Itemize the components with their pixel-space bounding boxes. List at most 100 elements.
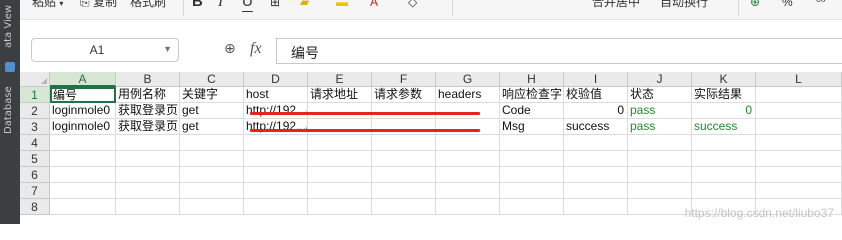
cell-h3[interactable]: Msg (500, 119, 564, 135)
column-header-l[interactable]: L (756, 72, 842, 87)
cell-f5[interactable] (372, 151, 436, 167)
cell-g7[interactable] (436, 183, 500, 199)
cell-d6[interactable] (244, 167, 308, 183)
cell-l6[interactable] (756, 167, 842, 183)
cell-k7[interactable] (692, 183, 756, 199)
cell-l7[interactable] (756, 183, 842, 199)
cell-d5[interactable] (244, 151, 308, 167)
chevron-down-icon[interactable]: ▼ (163, 44, 172, 54)
cell-g1[interactable]: headers (436, 87, 500, 103)
cell-j6[interactable] (628, 167, 692, 183)
clear-format-button[interactable]: ◇ (408, 0, 436, 20)
column-header-j[interactable]: J (628, 72, 692, 87)
format-painter-button[interactable]: 格式刷 (130, 0, 176, 20)
cell-d8[interactable] (244, 199, 308, 215)
highlight-button[interactable]: ▬ (336, 0, 364, 20)
column-header-f[interactable]: F (372, 72, 436, 87)
cell-j8[interactable] (628, 199, 692, 215)
cell-k5[interactable] (692, 151, 756, 167)
column-header-a[interactable]: A (50, 72, 116, 87)
cell-h2[interactable]: Code (500, 103, 564, 119)
cell-g8[interactable] (436, 199, 500, 215)
row-header-8[interactable]: 8 (20, 199, 50, 215)
cell-a7[interactable] (50, 183, 116, 199)
cell-j1[interactable]: 状态 (628, 87, 692, 103)
row-header-5[interactable]: 5 (20, 151, 50, 167)
cell-e7[interactable] (308, 183, 372, 199)
database-tab[interactable]: Database (3, 64, 14, 134)
cell-e2[interactable] (308, 103, 372, 119)
cell-j3[interactable]: pass (628, 119, 692, 135)
cell-k2[interactable]: 0 (692, 103, 756, 119)
data-view-tab[interactable]: ata View (3, 0, 14, 48)
cell-l3[interactable] (756, 119, 842, 135)
wrap-text-button[interactable]: 自动换行 (660, 0, 720, 20)
cell-e1[interactable]: 请求地址 (308, 87, 372, 103)
cell-a1[interactable]: 编号 (50, 87, 116, 103)
cell-b7[interactable] (116, 183, 180, 199)
column-header-e[interactable]: E (308, 72, 372, 87)
percent-button[interactable]: % (782, 0, 798, 20)
cell-d4[interactable] (244, 135, 308, 151)
cell-a6[interactable] (50, 167, 116, 183)
cell-f8[interactable] (372, 199, 436, 215)
cell-f2[interactable] (372, 103, 436, 119)
cell-i4[interactable] (564, 135, 628, 151)
cell-c4[interactable] (180, 135, 244, 151)
cell-e8[interactable] (308, 199, 372, 215)
cell-i2[interactable]: 0 (564, 103, 628, 119)
merge-center-button[interactable]: 合并居中 (592, 0, 656, 20)
cell-g6[interactable] (436, 167, 500, 183)
cell-f4[interactable] (372, 135, 436, 151)
cell-f3[interactable] (372, 119, 436, 135)
cell-a2[interactable]: loginmole0 (50, 103, 116, 119)
cell-a3[interactable]: loginmole0 (50, 119, 116, 135)
column-header-d[interactable]: D (244, 72, 308, 87)
cell-d3[interactable]: http://192.../Special/C...code=sixtrunkg… (244, 119, 308, 135)
cell-f1[interactable]: 请求参数 (372, 87, 436, 103)
cell-b5[interactable] (116, 151, 180, 167)
cell-l1[interactable] (756, 87, 842, 103)
cell-b4[interactable] (116, 135, 180, 151)
cell-l5[interactable] (756, 151, 842, 167)
cell-a5[interactable] (50, 151, 116, 167)
row-header-2[interactable]: 2 (20, 103, 50, 119)
cell-h6[interactable] (500, 167, 564, 183)
cell-h7[interactable] (500, 183, 564, 199)
cell-c8[interactable] (180, 199, 244, 215)
row-header-1[interactable]: 1 (20, 87, 50, 103)
formula-input[interactable]: 编号 (276, 38, 842, 64)
cell-b3[interactable]: 获取登录页 (116, 119, 180, 135)
cell-e5[interactable] (308, 151, 372, 167)
cell-g5[interactable] (436, 151, 500, 167)
cell-j4[interactable] (628, 135, 692, 151)
cell-a4[interactable] (50, 135, 116, 151)
cell-i7[interactable] (564, 183, 628, 199)
cell-i8[interactable] (564, 199, 628, 215)
row-header-7[interactable]: 7 (20, 183, 50, 199)
cell-i6[interactable] (564, 167, 628, 183)
column-header-i[interactable]: I (564, 72, 628, 87)
cell-l4[interactable] (756, 135, 842, 151)
fx-icon[interactable]: fx (250, 40, 262, 58)
cell-g4[interactable] (436, 135, 500, 151)
cell-k4[interactable] (692, 135, 756, 151)
cell-b8[interactable] (116, 199, 180, 215)
cell-f6[interactable] (372, 167, 436, 183)
column-header-h[interactable]: H (500, 72, 564, 87)
cell-c5[interactable] (180, 151, 244, 167)
row-header-3[interactable]: 3 (20, 119, 50, 135)
cell-d2[interactable]: http://192.../Special/C...code=sixtrunkg… (244, 103, 308, 119)
name-box[interactable]: A1 ▼ (31, 38, 179, 62)
cell-c6[interactable] (180, 167, 244, 183)
cell-k1[interactable]: 实际结果 (692, 87, 756, 103)
cell-e4[interactable] (308, 135, 372, 151)
cell-j5[interactable] (628, 151, 692, 167)
column-header-c[interactable]: C (180, 72, 244, 87)
column-header-b[interactable]: B (116, 72, 180, 87)
italic-button[interactable]: I (218, 0, 234, 20)
select-all-corner[interactable] (20, 72, 50, 87)
bold-button[interactable]: B (192, 0, 208, 20)
cell-c2[interactable]: get (180, 103, 244, 119)
copy-button[interactable]: ⎘ 复制 (80, 0, 126, 20)
